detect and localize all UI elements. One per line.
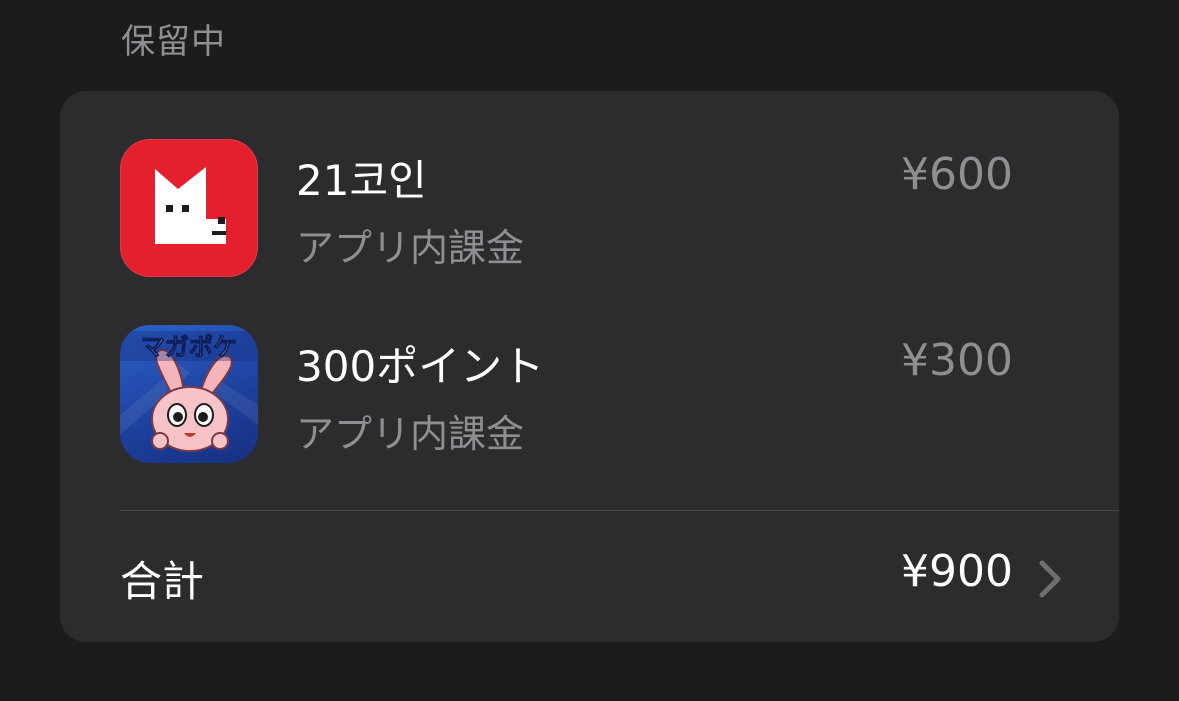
total-label: 合計: [120, 557, 205, 606]
svg-text:マガポケ: マガポケ: [141, 333, 237, 361]
item-price: ¥600: [901, 149, 1013, 200]
item-subtitle: アプリ内課金: [296, 226, 525, 270]
total-value: ¥900: [901, 546, 1013, 597]
pending-purchases-card: 21코인 アプリ内課金 ¥600 マガポケ 300ポイント アプリ内課金 ¥30…: [60, 91, 1119, 642]
item-title: 21코인: [296, 156, 427, 205]
item-subtitle: アプリ内課金: [296, 412, 525, 456]
purchase-item[interactable]: 21코인 アプリ内課金 ¥600: [60, 139, 1119, 279]
item-title: 300ポイント: [296, 342, 545, 391]
item-price: ¥300: [901, 335, 1013, 386]
red-fox-app-icon: [120, 139, 258, 277]
divider: [120, 510, 1119, 511]
section-header-pending: 保留中: [121, 22, 226, 62]
chevron-right-icon: [1039, 560, 1061, 598]
purchase-item[interactable]: マガポケ 300ポイント アプリ内課金 ¥300: [60, 325, 1119, 465]
magapoke-app-icon: マガポケ: [120, 325, 258, 463]
